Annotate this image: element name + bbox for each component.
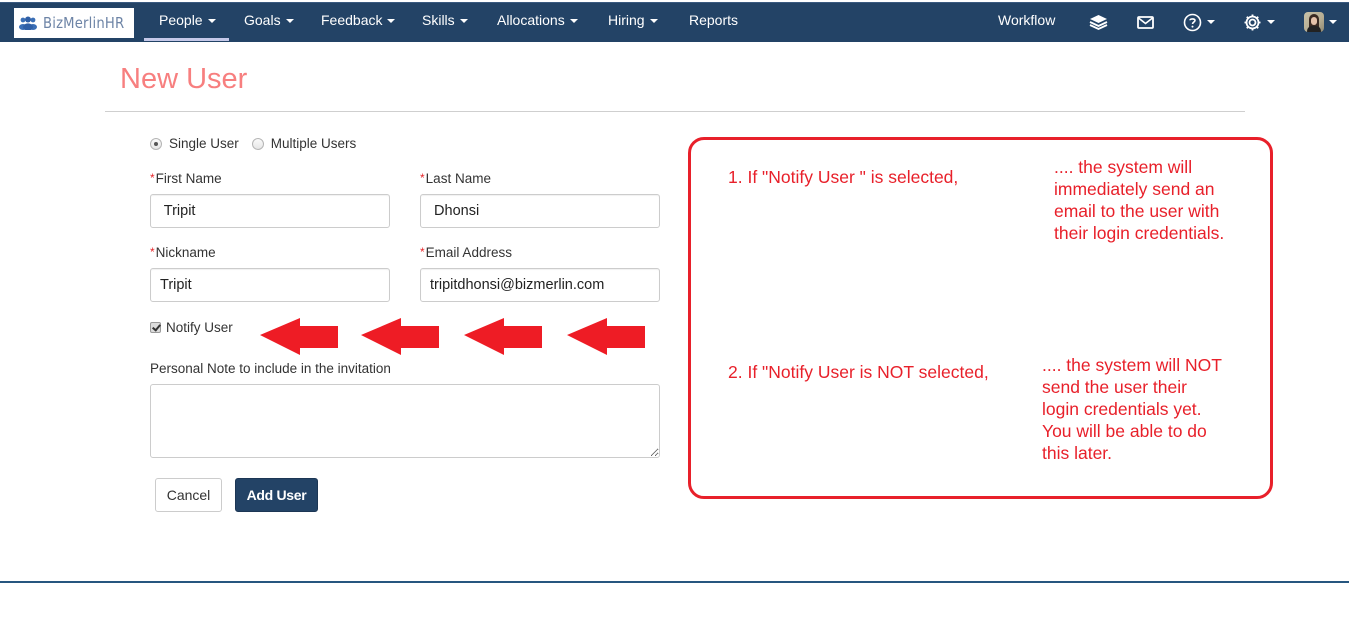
- chevron-down-icon: [285, 19, 294, 24]
- red-arrow-left-icon: [567, 318, 645, 355]
- email-label-text: Email Address: [425, 245, 512, 260]
- notify-user-label[interactable]: Notify User: [166, 320, 233, 335]
- last-name-label: *Last Name: [420, 171, 491, 186]
- required-asterisk: *: [420, 171, 425, 185]
- nav-active-indicator: [144, 38, 229, 41]
- nav-skills[interactable]: Skills: [422, 3, 468, 43]
- settings-menu[interactable]: [1243, 11, 1275, 33]
- nav-feedback-label: Feedback: [321, 12, 383, 28]
- personal-note-label: Personal Note to include in the invitati…: [150, 361, 391, 376]
- first-name-label-text: First Name: [155, 171, 222, 186]
- nav-allocations-label: Allocations: [497, 12, 565, 28]
- page-title: New User: [120, 63, 248, 95]
- red-arrow-left-icon: [464, 318, 542, 355]
- required-asterisk: *: [150, 245, 155, 259]
- chevron-down-icon: [649, 19, 658, 24]
- gear-icon: [1244, 14, 1261, 30]
- nav-workflow[interactable]: Workflow: [998, 3, 1055, 43]
- chevron-down-icon: [459, 19, 468, 24]
- annotation-point1-condition: 1. If "Notify User " is selected,: [728, 167, 959, 187]
- annotation-point2-result: .... the system will NOT send the user t…: [1042, 355, 1222, 463]
- nav-hiring-label: Hiring: [608, 12, 645, 28]
- footer-divider: [0, 581, 1349, 583]
- user-mode-radio-group: Single User Multiple Users: [150, 136, 369, 151]
- annotation-point2-condition: 2. If "Notify User is NOT selected,: [728, 362, 989, 382]
- add-user-button[interactable]: Add User: [235, 478, 318, 512]
- people-group-icon: [18, 16, 38, 30]
- annotation-point1-result: .... the system will immediately send an…: [1054, 157, 1225, 243]
- nav-reports[interactable]: Reports: [689, 3, 738, 43]
- multiple-users-radio[interactable]: [251, 137, 264, 150]
- nav-allocations[interactable]: Allocations: [497, 3, 578, 43]
- chevron-down-icon: [1267, 20, 1275, 24]
- required-asterisk: *: [150, 171, 155, 185]
- user-menu[interactable]: [1304, 11, 1337, 33]
- notify-user-checkbox[interactable]: [150, 322, 161, 333]
- logo[interactable]: BizMerlinHR: [14, 8, 134, 38]
- single-user-radio[interactable]: [150, 137, 162, 150]
- logo-text: BizMerlinHR: [43, 14, 125, 32]
- nav-goals[interactable]: Goals: [244, 3, 294, 43]
- nav-people-label: People: [159, 12, 203, 28]
- top-navbar: BizMerlinHR People Goals Feedback Skills…: [0, 2, 1349, 42]
- nickname-input[interactable]: [150, 268, 390, 302]
- red-arrow-left-icon: [361, 318, 439, 355]
- nav-skills-label: Skills: [422, 12, 455, 28]
- cancel-button[interactable]: Cancel: [155, 478, 222, 512]
- nav-hiring[interactable]: Hiring: [608, 3, 658, 43]
- chevron-down-icon: [387, 19, 396, 24]
- help-icon: [1183, 13, 1202, 31]
- nav-workflow-label: Workflow: [998, 12, 1056, 28]
- personal-note-textarea[interactable]: [150, 384, 660, 458]
- chevron-down-icon: [569, 19, 578, 24]
- first-name-label: *First Name: [150, 171, 222, 186]
- nav-reports-label: Reports: [689, 12, 739, 28]
- nickname-label-text: Nickname: [155, 245, 216, 260]
- email-input[interactable]: [420, 268, 660, 302]
- chevron-down-icon: [207, 19, 216, 24]
- first-name-input[interactable]: [150, 194, 390, 228]
- avatar: [1304, 12, 1324, 32]
- nav-goals-label: Goals: [244, 12, 281, 28]
- red-arrow-left-icon: [260, 318, 338, 355]
- nav-people[interactable]: People: [159, 3, 216, 43]
- notify-user-row: Notify User: [150, 320, 233, 335]
- last-name-label-text: Last Name: [425, 171, 491, 186]
- last-name-input[interactable]: [420, 194, 660, 228]
- required-asterisk: *: [420, 245, 425, 259]
- mail-icon[interactable]: [1137, 11, 1154, 33]
- nickname-label: *Nickname: [150, 245, 216, 260]
- multiple-users-label[interactable]: Multiple Users: [271, 136, 357, 151]
- chevron-down-icon: [1207, 20, 1215, 24]
- title-divider: [105, 111, 1245, 112]
- email-label: *Email Address: [420, 245, 512, 260]
- help-menu[interactable]: [1183, 11, 1215, 33]
- layers-icon[interactable]: [1089, 11, 1108, 33]
- single-user-label[interactable]: Single User: [169, 136, 239, 151]
- nav-feedback[interactable]: Feedback: [321, 3, 396, 43]
- chevron-down-icon: [1329, 20, 1337, 24]
